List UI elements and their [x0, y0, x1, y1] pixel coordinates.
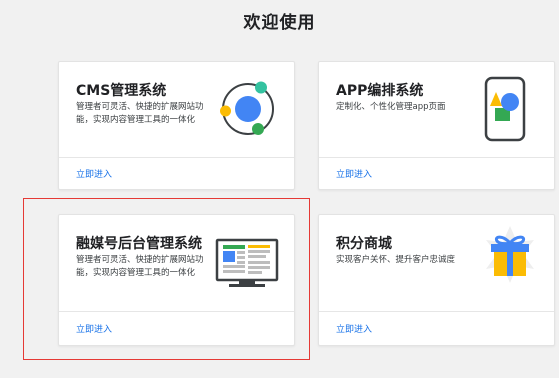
enter-link[interactable]: 立即进入: [76, 167, 112, 180]
card-app-system[interactable]: APP编排系统 定制化、个性化管理app页面 立即进入: [318, 61, 555, 190]
card-cms-system[interactable]: CMS管理系统 管理者可灵活、快捷的扩展网站功能，实现内容管理工具的一体化 立即…: [58, 61, 295, 190]
card-description: 定制化、个性化管理app页面: [336, 102, 446, 112]
card-title: 融媒号后台管理系统: [76, 236, 202, 252]
card-title: CMS管理系统: [76, 83, 167, 99]
gift-box-icon: [479, 225, 541, 295]
monitor-dashboard-icon: [215, 237, 279, 295]
enter-link[interactable]: 立即进入: [336, 167, 372, 180]
card-divider: [59, 311, 294, 312]
cms-orbit-icon: [217, 78, 279, 144]
card-media-admin-system[interactable]: 融媒号后台管理系统 管理者可灵活、快捷的扩展网站功能，实现内容管理工具的一体化 …: [58, 214, 295, 346]
card-divider: [319, 311, 554, 312]
card-description: 管理者可灵活、快捷的扩展网站功能，实现内容管理工具的一体化: [76, 255, 204, 278]
card-points-mall[interactable]: 积分商城 实现客户关怀、提升客户忠诚度 立即进入: [318, 214, 555, 346]
card-description: 实现客户关怀、提升客户忠诚度: [336, 255, 456, 265]
enter-link[interactable]: 立即进入: [76, 322, 112, 335]
phone-shapes-icon: [483, 76, 529, 146]
enter-link[interactable]: 立即进入: [336, 322, 372, 335]
card-title: APP编排系统: [336, 83, 424, 99]
page-title: 欢迎使用: [243, 13, 316, 33]
card-description: 管理者可灵活、快捷的扩展网站功能，实现内容管理工具的一体化: [76, 102, 204, 125]
card-title: 积分商城: [336, 236, 392, 252]
card-divider: [59, 157, 294, 158]
card-divider: [319, 157, 554, 158]
